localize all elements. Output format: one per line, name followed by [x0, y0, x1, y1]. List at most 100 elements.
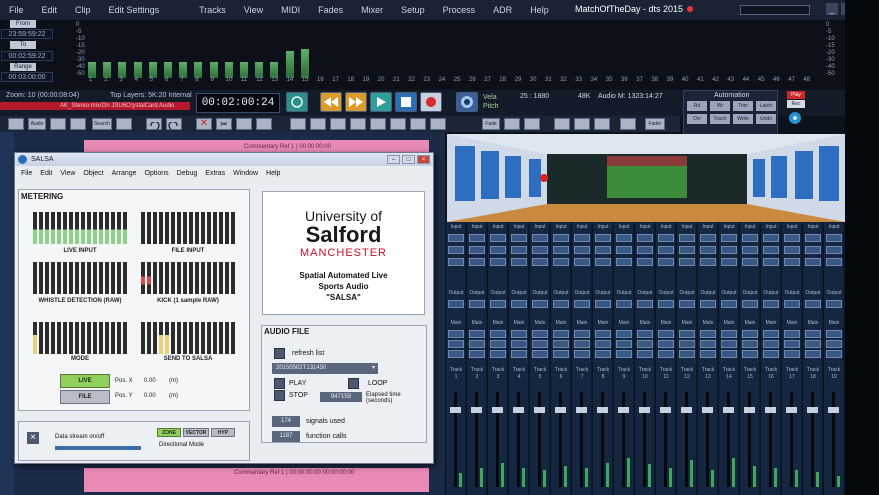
- strip-mute-button[interactable]: [490, 340, 506, 348]
- tool-button-6[interactable]: [256, 118, 272, 130]
- tool-button-5[interactable]: [236, 118, 252, 130]
- strip-mute-button[interactable]: [784, 340, 800, 348]
- strip-solo-button[interactable]: [637, 350, 653, 358]
- strip-send-button[interactable]: [742, 258, 758, 266]
- strip-fader-cap[interactable]: [807, 407, 818, 413]
- salsa-menu-arrange[interactable]: Arrange: [112, 170, 137, 177]
- strip-insert-button[interactable]: [637, 246, 653, 254]
- strip-send-button[interactable]: [784, 258, 800, 266]
- strip-solo-button[interactable]: [658, 350, 674, 358]
- strip-mute-button[interactable]: [658, 340, 674, 348]
- fade-button[interactable]: Fade: [482, 118, 500, 130]
- rewind-button[interactable]: [320, 92, 342, 112]
- file-select[interactable]: 20150502T131450 ▾: [272, 363, 378, 374]
- tool-button-8[interactable]: [310, 118, 326, 130]
- strip-output-button[interactable]: [448, 300, 464, 308]
- strip-insert-button[interactable]: [448, 246, 464, 254]
- strip-solo-button[interactable]: [721, 350, 737, 358]
- tool-button-1[interactable]: [8, 118, 24, 130]
- stadium-3d-view[interactable]: [447, 134, 845, 222]
- strip-fader-cap[interactable]: [786, 407, 797, 413]
- strip-mute-button[interactable]: [721, 340, 737, 348]
- salsa-titlebar[interactable]: SALSA – □ ×: [15, 153, 433, 166]
- strip-insert-button[interactable]: [742, 246, 758, 254]
- auto-rec-button[interactable]: Rec: [787, 100, 805, 108]
- menu-process[interactable]: Process: [434, 5, 485, 15]
- play-button[interactable]: [370, 92, 392, 112]
- strip-main-button[interactable]: [637, 330, 653, 338]
- sync-button[interactable]: [456, 92, 478, 112]
- strip-insert-button[interactable]: [616, 246, 632, 254]
- salsa-menu-options[interactable]: Options: [145, 170, 169, 177]
- strip-solo-button[interactable]: [742, 350, 758, 358]
- automation-wr[interactable]: Wr: [710, 101, 730, 111]
- live-button[interactable]: LIVE: [60, 374, 110, 388]
- strip-input-button[interactable]: [469, 234, 485, 242]
- minimize-button[interactable]: _: [826, 3, 838, 15]
- strip-input-button[interactable]: [511, 234, 527, 242]
- strip-fader-cap[interactable]: [765, 407, 776, 413]
- undo-button[interactable]: [146, 118, 162, 130]
- strip-insert-button[interactable]: [532, 246, 548, 254]
- strip-solo-button[interactable]: [805, 350, 821, 358]
- strip-main-button[interactable]: [763, 330, 779, 338]
- strip-send-button[interactable]: [763, 258, 779, 266]
- strip-output-button[interactable]: [805, 300, 821, 308]
- menu-edit-settings[interactable]: Edit Settings: [100, 5, 169, 15]
- menu-file[interactable]: File: [0, 5, 33, 15]
- strip-send-button[interactable]: [637, 258, 653, 266]
- search-button[interactable]: Search: [92, 118, 112, 130]
- strip-output-button[interactable]: [721, 300, 737, 308]
- strip-input-button[interactable]: [490, 234, 506, 242]
- strip-insert-button[interactable]: [469, 246, 485, 254]
- strip-send-button[interactable]: [574, 258, 590, 266]
- tool-button-12[interactable]: [390, 118, 406, 130]
- strip-fader-cap[interactable]: [513, 407, 524, 413]
- strip-fader-cap[interactable]: [681, 407, 692, 413]
- hyp-button[interactable]: HYP: [211, 428, 235, 437]
- salsa-menu-extras[interactable]: Extras: [205, 170, 225, 177]
- title-input-box[interactable]: [740, 5, 810, 15]
- tool-button-3[interactable]: [70, 118, 86, 130]
- strip-input-button[interactable]: [805, 234, 821, 242]
- strip-main-button[interactable]: [532, 330, 548, 338]
- vector-button[interactable]: VECTOR: [183, 428, 209, 437]
- strip-main-button[interactable]: [805, 330, 821, 338]
- strip-solo-button[interactable]: [532, 350, 548, 358]
- salsa-menu-object[interactable]: Object: [83, 170, 103, 177]
- strip-output-button[interactable]: [553, 300, 569, 308]
- strip-mute-button[interactable]: [511, 340, 527, 348]
- tool-button-9[interactable]: [330, 118, 346, 130]
- delete-button[interactable]: ✕: [196, 118, 212, 130]
- strip-fader-cap[interactable]: [660, 407, 671, 413]
- strip-input-button[interactable]: [763, 234, 779, 242]
- strip-input-button[interactable]: [574, 234, 590, 242]
- strip-insert-button[interactable]: [763, 246, 779, 254]
- strip-fader-cap[interactable]: [744, 407, 755, 413]
- tool-button-16[interactable]: [524, 118, 540, 130]
- strip-mute-button[interactable]: [469, 340, 485, 348]
- strip-main-button[interactable]: [826, 330, 842, 338]
- redo-button[interactable]: [166, 118, 182, 130]
- automation-write[interactable]: Write: [733, 114, 753, 124]
- strip-fader-cap[interactable]: [555, 407, 566, 413]
- strip-send-button[interactable]: [553, 258, 569, 266]
- play-checkbox[interactable]: [274, 378, 285, 389]
- strip-main-button[interactable]: [721, 330, 737, 338]
- strip-fader-cap[interactable]: [828, 407, 839, 413]
- strip-mute-button[interactable]: [532, 340, 548, 348]
- menu-fades[interactable]: Fades: [309, 5, 352, 15]
- strip-output-button[interactable]: [574, 300, 590, 308]
- strip-send-button[interactable]: [448, 258, 464, 266]
- salsa-minimize-button[interactable]: –: [387, 155, 400, 164]
- strip-solo-button[interactable]: [574, 350, 590, 358]
- strip-input-button[interactable]: [658, 234, 674, 242]
- menu-tracks[interactable]: Tracks: [190, 5, 235, 15]
- strip-input-button[interactable]: [784, 234, 800, 242]
- stop-button[interactable]: [395, 92, 417, 112]
- strip-mute-button[interactable]: [805, 340, 821, 348]
- strip-main-button[interactable]: [700, 330, 716, 338]
- tool-button-17[interactable]: [554, 118, 570, 130]
- strip-fader-cap[interactable]: [471, 407, 482, 413]
- strip-solo-button[interactable]: [679, 350, 695, 358]
